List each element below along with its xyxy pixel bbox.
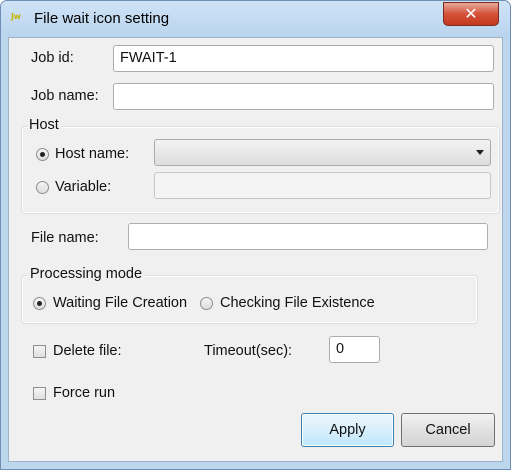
app-icon: Jw	[11, 12, 21, 21]
job-name-label: Job name:	[31, 88, 99, 104]
dialog-window: Jw File wait icon setting ✕ Job id: FWAI…	[0, 0, 511, 470]
checking-file-existence-radio[interactable]	[200, 297, 213, 310]
chevron-down-icon	[476, 150, 484, 155]
delete-file-checkbox[interactable]	[33, 345, 46, 358]
variable-label: Variable:	[55, 179, 112, 195]
job-name-input[interactable]	[113, 83, 494, 110]
job-id-label: Job id:	[31, 50, 74, 66]
close-icon: ✕	[464, 4, 478, 23]
force-run-checkbox[interactable]	[33, 387, 46, 400]
variable-input[interactable]	[154, 172, 491, 199]
waiting-file-creation-radio[interactable]	[33, 297, 46, 310]
timeout-input[interactable]: 0	[329, 336, 380, 363]
apply-button[interactable]: Apply	[301, 413, 394, 447]
host-group-title: Host	[27, 117, 61, 133]
processing-mode-title: Processing mode	[28, 266, 145, 282]
checking-file-existence-label: Checking File Existence	[220, 295, 375, 311]
file-name-input[interactable]	[128, 223, 488, 250]
file-name-label: File name:	[31, 230, 99, 246]
waiting-file-creation-label: Waiting File Creation	[53, 295, 188, 311]
title-bar[interactable]: Jw File wait icon setting ✕	[1, 1, 510, 37]
close-button[interactable]: ✕	[443, 2, 499, 26]
job-id-input[interactable]: FWAIT-1	[113, 45, 494, 72]
window-title: File wait icon setting	[34, 10, 170, 27]
dialog-body: Job id: FWAIT-1 Job name: Host Host name…	[8, 37, 503, 462]
timeout-label: Timeout(sec):	[204, 343, 293, 359]
delete-file-label: Delete file:	[53, 343, 122, 359]
variable-radio[interactable]	[36, 181, 49, 194]
host-name-label: Host name:	[55, 146, 130, 162]
force-run-label: Force run	[53, 385, 116, 401]
host-name-radio[interactable]	[36, 148, 49, 161]
cancel-button[interactable]: Cancel	[401, 413, 495, 447]
host-name-dropdown[interactable]	[154, 139, 491, 166]
